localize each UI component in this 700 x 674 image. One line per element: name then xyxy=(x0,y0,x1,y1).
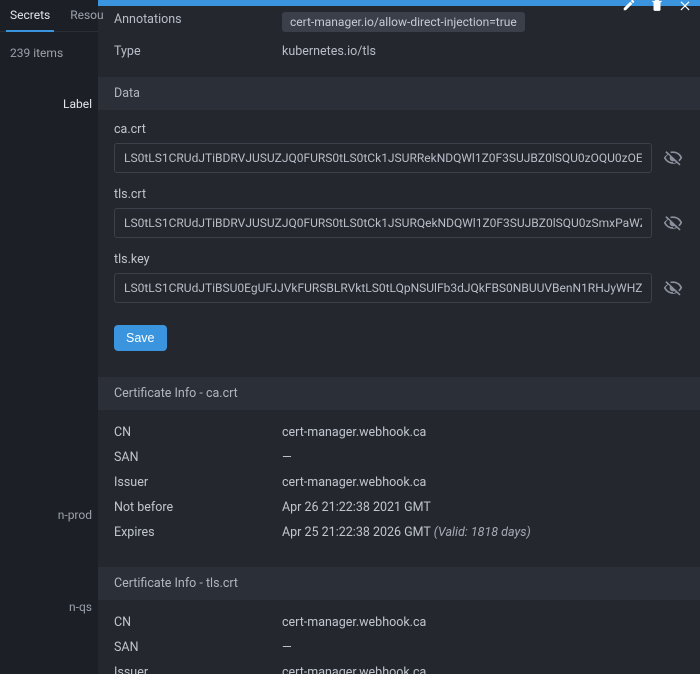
cert-label-cn: CN xyxy=(114,425,282,440)
row-annotations: Annotations cert-manager.io/allow-direct… xyxy=(98,6,700,38)
row-type: Type kubernetes.io/tls xyxy=(98,38,700,65)
section-header-data: Data xyxy=(98,77,700,110)
row-label: Type xyxy=(114,44,282,59)
delete-icon[interactable] xyxy=(650,0,664,12)
cert-value: cert-manager.webhook.ca xyxy=(282,615,426,630)
cert-label-san: SAN xyxy=(114,450,282,465)
tls-key-input[interactable] xyxy=(114,273,652,303)
tab-secrets[interactable]: Secrets xyxy=(0,0,60,31)
cert-value: cert-manager.webhook.ca xyxy=(282,665,426,674)
field-label: tls.key xyxy=(114,252,684,267)
cert-value: — xyxy=(282,450,292,465)
visibility-off-icon[interactable] xyxy=(662,147,684,169)
sidebar-tabs: Secrets Resou xyxy=(0,0,98,32)
visibility-off-icon[interactable] xyxy=(662,212,684,234)
sidebar: Secrets Resou 239 items Label n-prod n-q… xyxy=(0,0,98,674)
cert-value: cert-manager.webhook.ca xyxy=(282,425,426,440)
field-ca-crt: ca.crt xyxy=(114,122,684,173)
details-panel: Annotations cert-manager.io/allow-direct… xyxy=(98,0,700,674)
cert-value: cert-manager.webhook.ca xyxy=(282,475,426,490)
cert-value: Apr 26 21:22:38 2021 GMT xyxy=(282,500,431,515)
field-label: ca.crt xyxy=(114,122,684,137)
panel-header-bar xyxy=(98,0,700,6)
field-tls-crt: tls.crt xyxy=(114,187,684,238)
ca-crt-input[interactable] xyxy=(114,143,652,173)
annotation-tag[interactable]: cert-manager.io/allow-direct-injection=t… xyxy=(282,12,525,32)
cert-label-san: SAN xyxy=(114,640,282,655)
visibility-off-icon[interactable] xyxy=(662,277,684,299)
edit-icon[interactable] xyxy=(622,0,636,12)
row-label: Annotations xyxy=(114,12,282,32)
field-label: tls.crt xyxy=(114,187,684,202)
item-count: 239 items xyxy=(0,32,98,74)
cert-label-not-before: Not before xyxy=(114,500,282,515)
row-value: kubernetes.io/tls xyxy=(282,44,684,59)
cert-label-issuer: Issuer xyxy=(114,475,282,490)
column-header-label: Label xyxy=(57,93,98,115)
cert-label-expires: Expires xyxy=(114,525,282,540)
save-button[interactable]: Save xyxy=(114,325,167,351)
section-header-cert-tls: Certificate Info - tls.crt xyxy=(98,567,700,600)
cert-value: — xyxy=(282,640,292,655)
cert-label-cn: CN xyxy=(114,615,282,630)
cert-value: Apr 25 21:22:38 2026 GMT (Valid: 1818 da… xyxy=(282,525,531,540)
close-icon[interactable] xyxy=(678,0,692,12)
list-item[interactable]: n-prod xyxy=(58,508,92,522)
cert-label-issuer: Issuer xyxy=(114,665,282,674)
tls-crt-input[interactable] xyxy=(114,208,652,238)
field-tls-key: tls.key xyxy=(114,252,684,303)
list-item[interactable]: n-qs xyxy=(69,600,92,614)
section-header-cert-ca: Certificate Info - ca.crt xyxy=(98,377,700,410)
